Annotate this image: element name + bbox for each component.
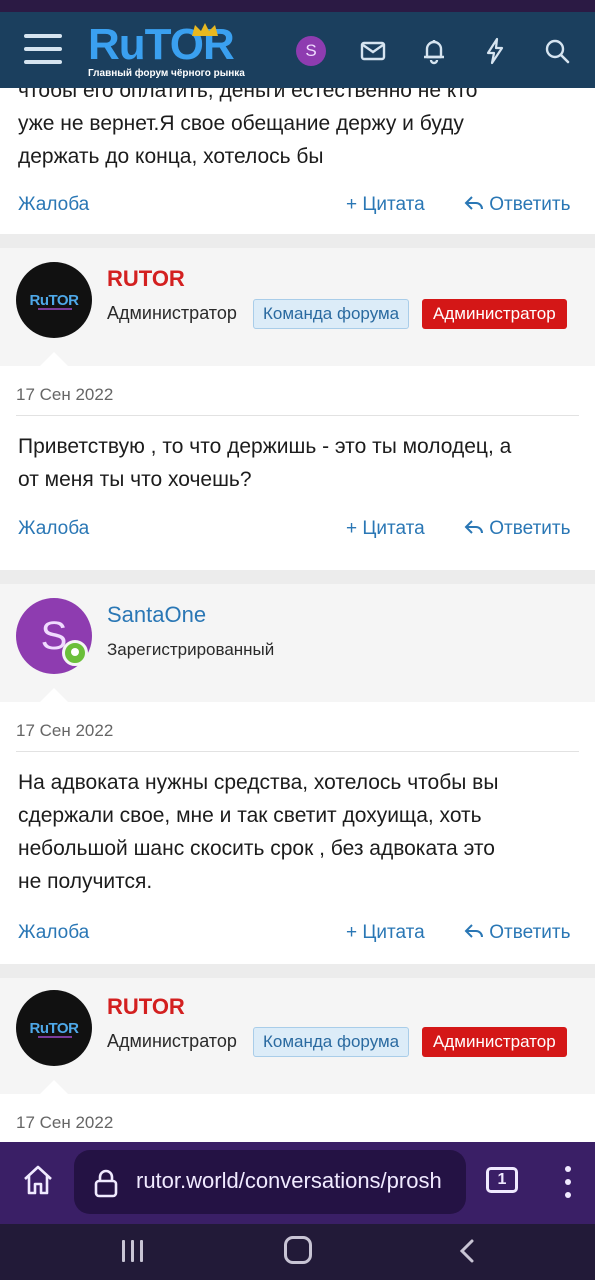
message-post: 17 Сен 2022 Приветствую , то что держишь…: [0, 366, 595, 570]
author-name[interactable]: RUTOR: [107, 994, 185, 1020]
lightning-icon[interactable]: [480, 36, 510, 66]
conversation-content: чтобы его оплатить, деньги естественно н…: [0, 88, 595, 1142]
report-link[interactable]: Жалоба: [18, 922, 89, 944]
post-author-block: RuTOR RUTOR Администратор Команда форума…: [0, 248, 595, 366]
reply-icon: [464, 520, 483, 534]
menu-icon[interactable]: [24, 34, 62, 64]
author-role: Зарегистрированный: [107, 640, 275, 659]
post-pointer: [40, 688, 68, 702]
post-date[interactable]: 17 Сен 2022: [16, 1113, 113, 1133]
admin-badge: Администратор: [422, 299, 567, 329]
url-text: rutor.world/conversations/prosh: [136, 1168, 442, 1193]
more-options-icon[interactable]: [558, 1164, 578, 1200]
lock-icon: [94, 1169, 118, 1198]
admin-badge: Администратор: [422, 1027, 567, 1057]
post-actions: Жалоба + Цитата Ответить: [0, 922, 595, 952]
browser-toolbar: rutor.world/conversations/prosh 1: [0, 1142, 595, 1224]
bell-icon[interactable]: [419, 36, 449, 66]
site-header: RuTOR Главный форум чёрного рынка S: [0, 12, 595, 88]
recent-apps-icon[interactable]: [120, 1238, 146, 1264]
search-icon[interactable]: [542, 36, 572, 66]
logo-subtitle: Главный форум чёрного рынка: [88, 68, 245, 79]
quote-label: Цитата: [362, 518, 425, 539]
status-strip: [0, 0, 595, 12]
post-separator: [0, 570, 595, 584]
envelope-icon[interactable]: [358, 36, 388, 66]
date-divider: [16, 415, 579, 416]
post-separator: [0, 234, 595, 248]
quote-link[interactable]: + Цитата: [346, 922, 425, 944]
date-divider: [16, 751, 579, 752]
post-separator: [0, 964, 595, 978]
message-line: чтобы его оплатить, деньги естественно н…: [18, 88, 478, 102]
back-icon[interactable]: [456, 1238, 478, 1264]
site-logo[interactable]: RuTOR Главный форум чёрного рынка: [88, 20, 248, 82]
message-post: 17 Сен 2022 На адвоката нужны средства, …: [0, 702, 595, 964]
author-role: Администратор: [107, 303, 237, 323]
post-date[interactable]: 17 Сен 2022: [16, 385, 113, 405]
report-link[interactable]: Жалоба: [18, 194, 89, 216]
author-avatar[interactable]: RuTOR: [16, 262, 92, 338]
reply-label: Ответить: [489, 922, 571, 943]
post-pointer: [40, 1080, 68, 1094]
quote-link[interactable]: + Цитата: [346, 518, 425, 540]
reply-link[interactable]: Ответить: [464, 518, 571, 540]
system-home-icon[interactable]: [284, 1236, 312, 1264]
message-line: Приветствую , то что держишь - это ты мо…: [18, 435, 512, 458]
message-line: от меня ты что хочешь?: [18, 468, 252, 491]
message-line: небольшой шанс скосить срок , без адвока…: [18, 837, 495, 860]
author-name[interactable]: RUTOR: [107, 266, 185, 292]
team-badge: Команда форума: [253, 299, 410, 329]
post-author-block: RuTOR RUTOR Администратор Команда форума…: [0, 978, 595, 1094]
reply-label: Ответить: [489, 518, 571, 539]
quote-link[interactable]: + Цитата: [346, 194, 425, 216]
message-post: чтобы его оплатить, деньги естественно н…: [0, 88, 595, 234]
quote-label: Цитата: [362, 194, 425, 215]
avatar-logo-text: RuTOR: [29, 1019, 79, 1037]
message-line: На адвоката нужны средства, хотелось что…: [18, 771, 499, 794]
author-avatar[interactable]: RuTOR: [16, 990, 92, 1066]
message-line: уже не вернет.Я свое обещание держу и бу…: [18, 112, 464, 135]
message-post: 17 Сен 2022: [0, 1094, 595, 1142]
post-author-block: S SantaOne Зарегистрированный: [0, 584, 595, 702]
forum-conversation-page: RuTOR Главный форум чёрного рынка S чтоб…: [0, 0, 595, 1280]
post-actions: Жалоба + Цитата Ответить: [0, 194, 595, 224]
address-bar[interactable]: rutor.world/conversations/prosh: [74, 1150, 466, 1214]
user-avatar[interactable]: S: [296, 36, 326, 66]
message-line: держать до конца, хотелось бы: [18, 145, 324, 168]
crown-icon: [192, 23, 218, 36]
reply-label: Ответить: [489, 194, 571, 215]
reply-link[interactable]: Ответить: [464, 922, 571, 944]
system-navigation-bar: [0, 1224, 595, 1280]
quote-label: Цитата: [362, 922, 425, 943]
post-pointer: [40, 352, 68, 366]
home-icon[interactable]: [20, 1162, 56, 1198]
post-date[interactable]: 17 Сен 2022: [16, 721, 113, 741]
report-link[interactable]: Жалоба: [18, 518, 89, 540]
post-actions: Жалоба + Цитата Ответить: [0, 518, 595, 548]
tab-switcher-button[interactable]: 1: [486, 1167, 518, 1193]
message-line: сдержали свое, мне и так светит дохуища,…: [18, 804, 482, 827]
author-name[interactable]: SantaOne: [107, 602, 206, 628]
message-body: чтобы его оплатить, деньги естественно н…: [0, 88, 595, 173]
avatar-logo-text: RuTOR: [29, 291, 79, 309]
team-badge: Команда форума: [253, 1027, 410, 1057]
author-role: Администратор: [107, 1031, 237, 1051]
reply-icon: [464, 924, 483, 938]
online-status-icon: [62, 640, 88, 666]
reply-icon: [464, 196, 483, 210]
reply-link[interactable]: Ответить: [464, 194, 571, 216]
message-line: не получится.: [18, 870, 153, 893]
